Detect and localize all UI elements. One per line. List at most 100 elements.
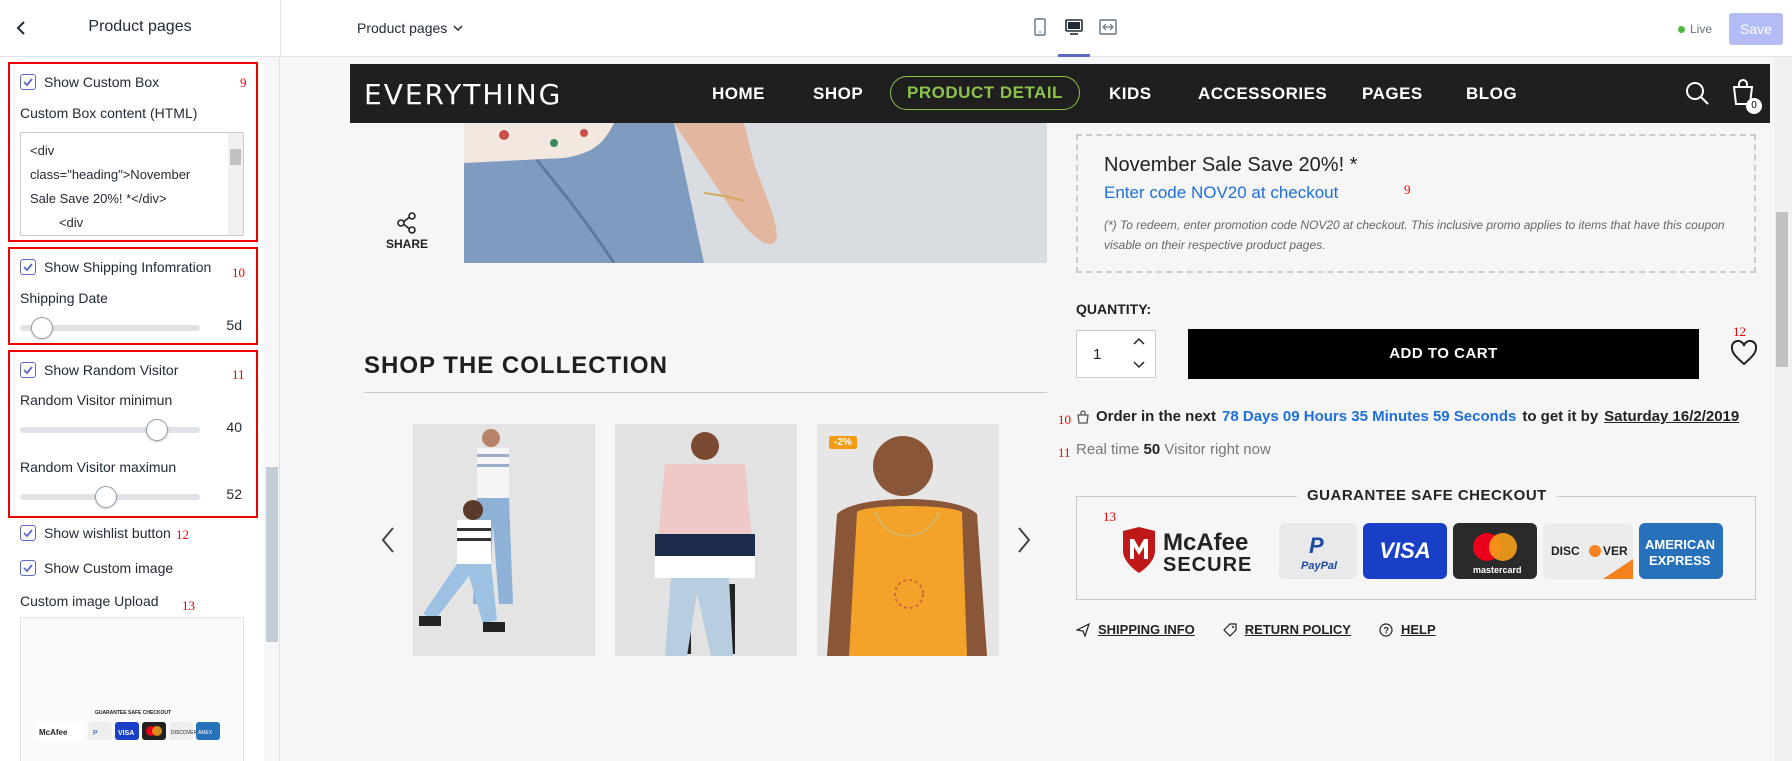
chevron-down-icon [1133,361,1145,369]
order-delivery-date: Saturday 16/2/2019 [1604,408,1740,425]
nav-shop[interactable]: SHOP [813,84,863,104]
visitor-count: 50 [1143,441,1161,458]
carousel-prev-button[interactable] [380,526,396,562]
sidebar-scrollbar-thumb[interactable] [266,467,278,642]
mastercard-badge: mastercard [1453,523,1537,579]
fullscreen-icon [1099,19,1117,35]
random-visitor-min-value: 40 [226,419,242,435]
store-logo[interactable]: EVERYTHING [364,78,562,111]
preview-scrollbar[interactable] [1774,57,1792,761]
nav-pages[interactable]: PAGES [1362,84,1423,104]
svg-text:mastercard: mastercard [1473,565,1522,575]
annotation-12: 12 [176,527,189,542]
share-icon [397,212,416,234]
panel-title: Product pages [88,18,192,35]
collection-product-2[interactable] [615,424,797,656]
add-to-cart-button[interactable]: ADD TO CART [1188,329,1699,379]
shipping-date-label: Shipping Date [20,290,108,306]
svg-text:VER: VER [1603,544,1628,558]
device-toggle [1030,16,1118,57]
random-visitor-max-value: 52 [226,486,242,502]
share-button[interactable]: SHARE [382,212,432,251]
svg-text:P: P [1309,533,1324,558]
sidebar-scrollbar[interactable] [264,57,279,761]
shipping-date-slider[interactable] [20,317,200,339]
quantity-value[interactable]: 1 [1093,346,1101,363]
textarea-scrollbar[interactable] [228,133,243,235]
help-label: HELP [1400,622,1436,637]
quantity-decrease-button[interactable] [1132,357,1146,376]
page-select[interactable]: Product pages [357,20,463,36]
svg-text:DISC: DISC [1551,544,1580,558]
annotation-9-preview: 9 [1404,182,1411,197]
random-visitor-min-slider-handle[interactable] [145,419,168,441]
order-prefix: Order in the next [1096,408,1217,425]
search-icon [1686,82,1709,105]
paypal-badge: P PayPal [1279,523,1357,579]
preview-scrollbar-thumb[interactable] [1776,212,1788,367]
shipping-info-link[interactable]: SHIPPING INFO [1076,622,1195,637]
shipping-date-slider-handle[interactable] [30,317,53,339]
cart-count-badge: 0 [1746,98,1762,114]
show-custom-image-checkbox[interactable] [20,560,36,576]
chevron-left-icon [16,21,25,35]
annotation-10: 10 [232,265,245,280]
guarantee-safe-checkout: GUARANTEE SAFE CHECKOUT 13 McAfee SECURE… [1076,487,1756,600]
save-button[interactable]: Save [1729,13,1783,45]
show-custom-image-toggle[interactable]: Show Custom image [20,560,173,576]
back-button[interactable] [12,18,32,38]
fullscreen-view-button[interactable] [1098,16,1118,38]
return-policy-link[interactable]: RETURN POLICY [1222,622,1351,637]
show-wishlist-toggle[interactable]: Show wishlist button [20,525,171,541]
realtime-visitors: Real time 50 Visitor right now [1076,441,1271,458]
custom-image-upload[interactable]: GUARANTEE SAFE CHECKOUT McAfee P VISA DI… [20,617,244,761]
svg-text:?: ? [1383,625,1389,635]
search-button[interactable] [1684,80,1710,111]
check-icon [23,263,33,272]
paypal-icon: P PayPal [1301,533,1338,572]
quantity-stepper[interactable]: 1 [1076,330,1156,378]
shopping-bag-icon [1077,409,1089,424]
product-photo [817,424,999,656]
desktop-view-button[interactable] [1058,16,1090,57]
collection-divider [364,392,1047,393]
product-image[interactable] [464,123,1047,263]
custom-box-content-textarea[interactable]: <div class="heading">November Sale Save … [20,132,244,236]
nav-kids[interactable]: KIDS [1109,84,1152,104]
visitor-suffix: Visitor right now [1164,441,1271,458]
nav-product-detail[interactable]: PRODUCT DETAIL [890,76,1080,110]
show-random-visitor-checkbox[interactable] [20,362,36,378]
show-shipping-toggle[interactable]: Show Shipping Infomration [20,259,211,275]
visa-label: VISA [1379,538,1431,563]
collection-product-1[interactable] [413,424,595,656]
mobile-icon [1034,18,1046,36]
show-random-visitor-toggle[interactable]: Show Random Visitor [20,362,178,378]
custom-image-thumbnail: GUARANTEE SAFE CHECKOUT McAfee P VISA DI… [33,710,233,746]
help-link[interactable]: ? HELP [1379,622,1436,637]
random-visitor-max-slider[interactable] [20,486,200,508]
chevron-left-icon [381,527,394,553]
visa-badge: VISA [1363,523,1447,579]
carousel-next-button[interactable] [1016,526,1032,562]
mobile-view-button[interactable] [1030,16,1050,38]
quantity-increase-button[interactable] [1132,335,1146,354]
mastercard-icon: mastercard [1473,533,1522,575]
nav-home[interactable]: HOME [712,84,765,104]
custom-box-content-label: Custom Box content (HTML) [20,105,198,121]
chevron-right-icon [1018,527,1031,553]
nav-accessories[interactable]: ACCESSORIES [1198,84,1327,104]
show-wishlist-checkbox[interactable] [20,525,36,541]
collection-product-3[interactable]: -2% [817,424,999,656]
show-custom-box-toggle[interactable]: Show Custom Box [20,74,159,90]
random-visitor-min-slider[interactable] [20,419,200,441]
check-icon [23,529,33,538]
nav-blog[interactable]: BLOG [1466,84,1517,104]
discover-icon: DISC VER [1551,544,1633,579]
annotation-13-preview: 13 [1103,509,1116,524]
wishlist-button[interactable] [1730,339,1758,371]
show-shipping-checkbox[interactable] [20,259,36,275]
svg-text:AMEX: AMEX [198,730,213,736]
guarantee-title: GUARANTEE SAFE CHECKOUT [1297,487,1557,504]
shipping-date-value: 5d [226,317,242,333]
show-custom-box-checkbox[interactable] [20,74,36,90]
